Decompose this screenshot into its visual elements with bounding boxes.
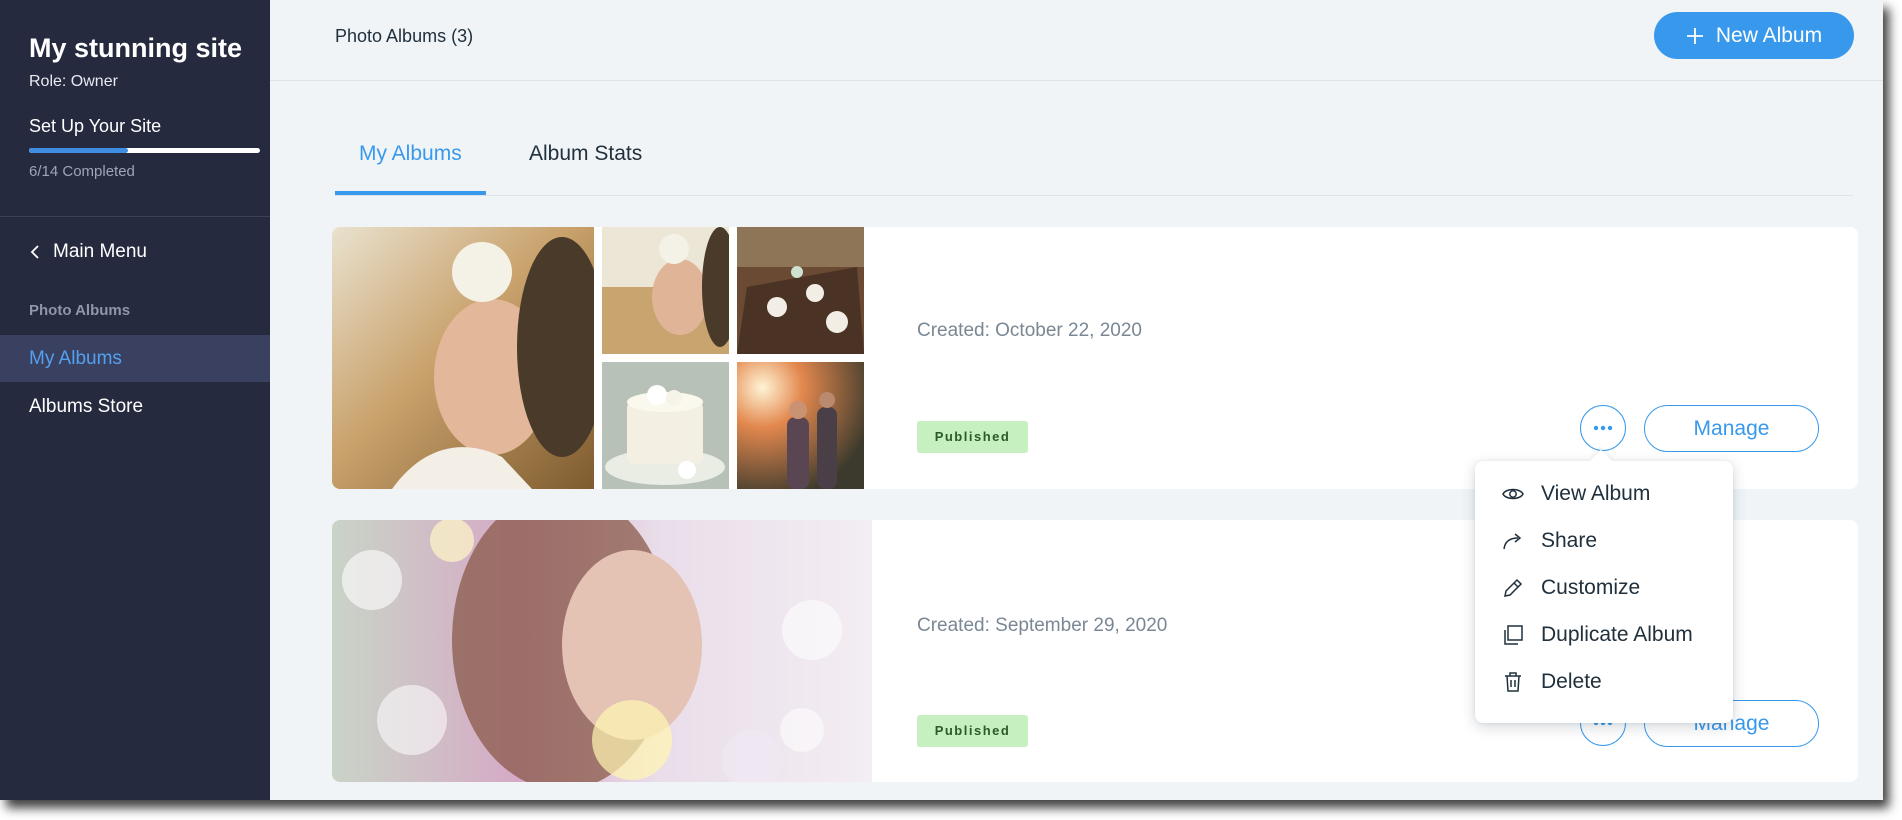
tab-album-stats[interactable]: Album Stats <box>505 130 666 192</box>
main-menu-label: Main Menu <box>53 241 147 262</box>
album-created-date: Created: September 29, 2020 <box>917 615 1168 636</box>
more-actions-button[interactable] <box>1580 405 1626 451</box>
menu-item-delete[interactable]: Delete <box>1475 659 1733 705</box>
page-title: Photo Albums (3) <box>335 26 474 46</box>
setup-title[interactable]: Set Up Your Site <box>29 116 161 137</box>
album-tabs: My Albums Album Stats <box>335 130 1853 196</box>
menu-item-label: Delete <box>1541 670 1602 693</box>
trash-icon <box>1505 672 1521 692</box>
chevron-left-icon <box>30 245 39 259</box>
album-actions-menu: View Album Share Customize Duplicate Alb… <box>1475 461 1733 723</box>
menu-item-label: View Album <box>1541 482 1651 505</box>
menu-item-view-album[interactable]: View Album <box>1475 471 1733 517</box>
menu-item-duplicate-album[interactable]: Duplicate Album <box>1475 612 1733 658</box>
menu-item-customize[interactable]: Customize <box>1475 565 1733 611</box>
sidebar-divider <box>0 216 270 217</box>
status-badge: Published <box>917 715 1028 747</box>
tab-my-albums[interactable]: My Albums <box>335 130 486 195</box>
album-cover-image <box>332 520 872 782</box>
manage-button[interactable]: Manage <box>1644 405 1819 452</box>
album-card[interactable]: Created: October 22, 2020 Published Mana… <box>332 227 1858 489</box>
page-header: Photo Albums (3) New Album <box>270 0 1883 81</box>
site-title: My stunning site <box>29 33 243 63</box>
eye-icon <box>1502 488 1524 500</box>
new-album-button[interactable]: New Album <box>1654 12 1854 59</box>
album-photo-thumbnail <box>602 362 729 489</box>
album-created-date: Created: October 22, 2020 <box>917 320 1142 341</box>
album-cover-image <box>332 227 594 489</box>
album-photo-thumbnail <box>737 227 864 354</box>
pencil-icon <box>1504 578 1523 597</box>
menu-item-label: Duplicate Album <box>1541 623 1693 646</box>
sidebar: My stunning site Role: Owner Set Up Your… <box>0 0 270 800</box>
sidebar-item-albums-store[interactable]: Albums Store <box>0 383 270 430</box>
site-role: Role: Owner <box>29 73 118 90</box>
album-photo-thumbnail <box>737 362 864 489</box>
duplicate-icon <box>1504 625 1523 645</box>
app-window: My stunning site Role: Owner Set Up Your… <box>0 0 1883 800</box>
main-menu-link[interactable]: Main Menu <box>29 241 147 263</box>
sidebar-section-label: Photo Albums <box>29 302 131 319</box>
setup-progress-bar <box>29 148 260 153</box>
new-album-label: New Album <box>1715 23 1823 47</box>
status-badge: Published <box>917 421 1028 453</box>
album-photo-thumbnail <box>602 227 729 354</box>
menu-item-label: Customize <box>1541 576 1641 599</box>
menu-item-label: Share <box>1541 529 1598 552</box>
sidebar-item-my-albums[interactable]: My Albums <box>0 335 270 382</box>
plus-icon <box>1686 27 1703 44</box>
setup-progress-fill <box>29 148 128 153</box>
share-arrow-icon <box>1503 533 1522 550</box>
setup-progress-text: 6/14 Completed <box>29 163 135 180</box>
more-dots-icon <box>1593 425 1613 431</box>
menu-item-share[interactable]: Share <box>1475 518 1733 564</box>
